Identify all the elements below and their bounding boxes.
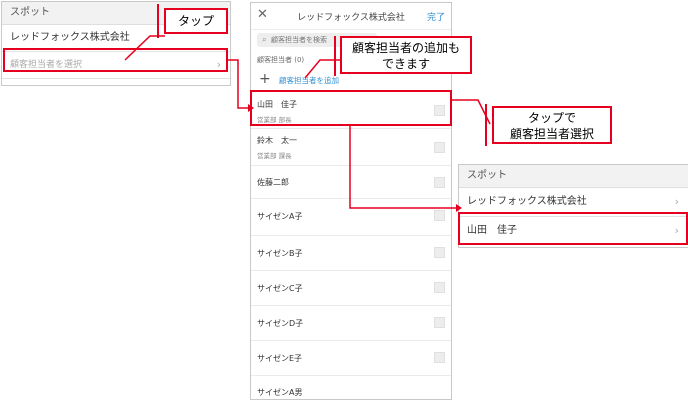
callout-tap-select: タップで 顧客担当者選択 — [492, 106, 612, 144]
callout-tap-text: タップ — [177, 14, 214, 28]
connector-person-to-right — [349, 126, 456, 209]
callout-tap-select-line1: タップで — [527, 111, 576, 125]
callout-tap-bracket — [157, 4, 165, 38]
callout-tap-select-bracket — [485, 104, 493, 146]
callout-tap: タップ — [164, 8, 228, 34]
arrowhead-icon — [248, 104, 254, 112]
arrowhead-icon — [456, 204, 462, 212]
callout-add-note-line2: できます — [381, 57, 430, 71]
connector-left-to-person — [228, 59, 248, 109]
connector-tap-callout — [124, 35, 165, 61]
callout-add-note-line1: 顧客担当者の追加も — [351, 41, 460, 55]
callout-tap-select-line2: 顧客担当者選択 — [509, 127, 594, 141]
callout-add-note-bracket — [334, 36, 342, 76]
callout-add-note: 顧客担当者の追加も できます — [340, 36, 472, 74]
